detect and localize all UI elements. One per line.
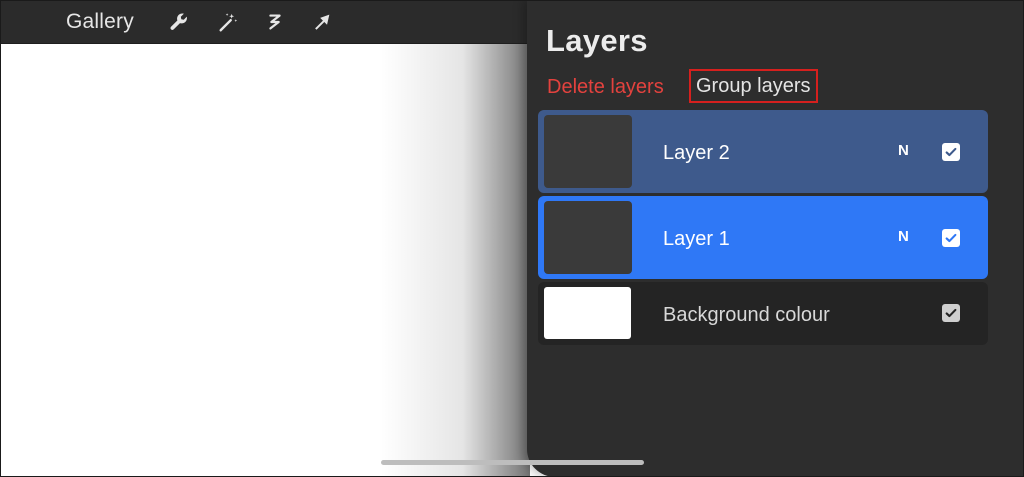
layer-thumbnail[interactable]	[544, 115, 632, 188]
layer-row-layer-2[interactable]: Layer 2 N	[538, 110, 988, 193]
layers-panel: Layers Delete layers Group layers Layer …	[527, 0, 1024, 477]
layer-row-background[interactable]: Background colour	[538, 282, 988, 345]
transform-arrow-icon[interactable]	[311, 11, 333, 33]
visibility-checkbox[interactable]	[942, 229, 960, 247]
checkmark-icon	[945, 308, 957, 318]
delete-layers-button[interactable]: Delete layers	[547, 76, 664, 99]
panel-title: Layers	[546, 23, 648, 58]
checkmark-icon	[945, 147, 957, 157]
checkmark-icon	[945, 233, 957, 243]
layer-thumbnail[interactable]	[544, 201, 632, 274]
layer-name: Layer 1	[663, 228, 730, 250]
blend-mode-button[interactable]: N	[898, 228, 909, 245]
selection-icon[interactable]	[264, 11, 286, 33]
panel-shadow	[380, 44, 530, 477]
blend-mode-button[interactable]: N	[898, 142, 909, 159]
layer-name: Layer 2	[663, 142, 730, 164]
gallery-button[interactable]: Gallery	[66, 10, 134, 34]
magic-wand-icon[interactable]	[217, 11, 239, 33]
layer-name: Background colour	[663, 304, 830, 326]
wrench-icon[interactable]	[168, 11, 190, 33]
visibility-checkbox[interactable]	[942, 143, 960, 161]
group-layers-button[interactable]: Group layers	[689, 69, 818, 103]
visibility-checkbox[interactable]	[942, 304, 960, 322]
background-colour-swatch[interactable]	[544, 287, 631, 339]
layer-row-layer-1[interactable]: Layer 1 N	[538, 196, 988, 279]
home-indicator[interactable]	[381, 460, 644, 465]
